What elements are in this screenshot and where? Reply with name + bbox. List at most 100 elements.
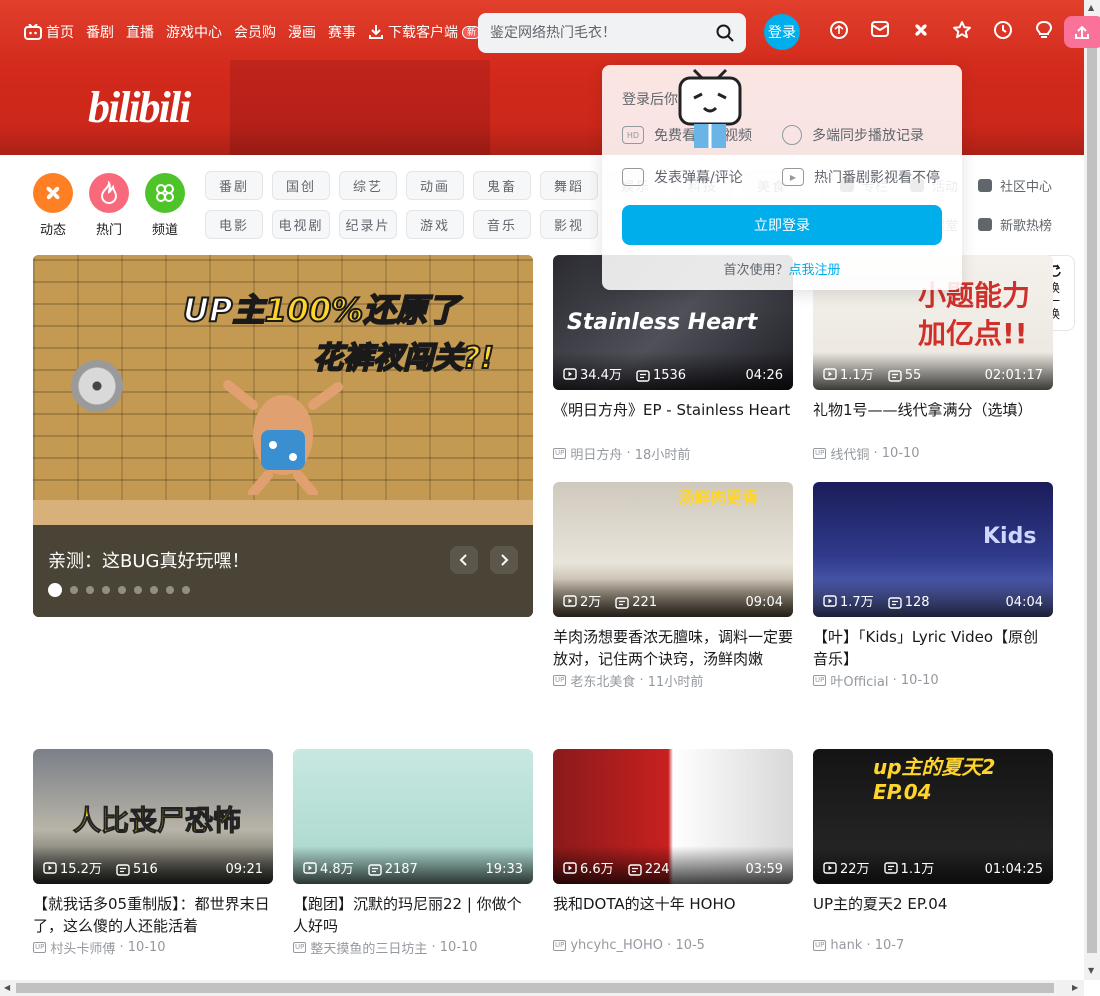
history-icon[interactable] [982,20,1023,44]
thumbnail-text: up主的夏天2 EP.04 [873,755,996,804]
moments-icon[interactable] [900,20,941,44]
video-thumbnail[interactable]: 6.6万 224 03:59 [553,749,793,884]
video-title[interactable]: 《明日方舟》EP - Stainless Heart [553,399,793,443]
thumbnail-text: 汤鲜肉更香 [678,488,759,507]
channel-item[interactable]: 国创 [272,171,330,200]
search-input[interactable] [490,25,716,41]
carousel-dot[interactable] [150,586,158,594]
horizontal-scroll-thumb[interactable] [16,983,1054,993]
video-author[interactable]: 整天摸鱼的三日坊主 [310,938,427,957]
video-thumbnail[interactable]: 汤鲜肉更香 2万 221 09:04 [553,482,793,617]
favorites-icon[interactable] [941,20,982,44]
channel-item[interactable]: 舞蹈 [540,171,598,200]
video-card[interactable]: Kids 1.7万 128 04:04 【叶】「Kids」Lyric Video【原创音… [813,482,1053,690]
danmaku-icon [627,863,642,876]
channel-item[interactable]: 音乐 [473,210,531,239]
horizontal-scrollbar[interactable]: ◀ ▶ [0,980,1084,996]
channel-item[interactable]: 电影 [205,210,263,239]
vip-icon[interactable] [818,20,859,44]
up-icon: UP [813,940,827,951]
video-title[interactable]: 【跑团】沉默的玛尼丽22 | 你做个人好吗 [293,893,533,937]
channel-item[interactable]: 综艺 [339,171,397,200]
channel-item[interactable]: 番剧 [205,171,263,200]
video-author[interactable]: 老东北美食 [570,671,635,690]
scroll-right-icon[interactable]: ▶ [1072,983,1078,992]
video-author[interactable]: yhcyhc_HOHO [570,938,663,953]
scroll-left-icon[interactable]: ◀ [4,983,10,992]
video-card[interactable]: 4.8万 2187 19:33 【跑团】沉默的玛尼丽22 | 你做个人好吗 UP 整天摸鱼… [293,749,533,957]
video-thumbnail[interactable]: 4.8万 2187 19:33 [293,749,533,884]
vertical-scroll-thumb[interactable] [1087,16,1097,953]
carousel-dot[interactable] [134,586,142,594]
channel-item[interactable]: 影视 [540,210,598,239]
nav-item-manga[interactable]: 漫画 [288,22,316,42]
carousel-dot[interactable] [86,586,94,594]
headline-part: 100% [263,290,364,330]
video-card[interactable]: 人比丧尸恐怖 15.2万 516 09:21 【就我话多05重制版】：都世界末日了，这么… [33,749,273,957]
login-popup: 登录后你可以： HD免费看高清视频 多端同步播放记录 发表弹幕/评论 ▶热门番剧… [602,65,962,290]
quick-entry-moments[interactable]: 动态 [33,173,73,238]
video-thumbnail[interactable]: 人比丧尸恐怖 15.2万 516 09:21 [33,749,273,884]
video-author[interactable]: 明日方舟 [570,444,622,463]
video-thumbnail[interactable]: Kids 1.7万 128 04:04 [813,482,1053,617]
banner-carousel[interactable]: UP主100%还原了 花裤衩闯关?! 亲测：这BUG真好玩嘿！ [33,255,533,617]
nav-item-game-center[interactable]: 游戏中心 [166,22,222,42]
search-icon[interactable] [716,24,734,42]
video-title[interactable]: 【就我话多05重制版】：都世界末日了，这么傻的人还能活着 [33,893,273,937]
carousel-next-button[interactable] [490,546,518,574]
link-new-songs[interactable]: 新歌热榜 [978,210,1078,239]
danmaku-icon [116,863,130,876]
register-link[interactable]: 点我注册 [789,263,841,278]
video-title[interactable]: UP主的夏天2 EP.04 [813,893,1053,937]
quick-label: 频道 [151,223,178,238]
scroll-up-icon[interactable]: ▲ [1088,3,1094,12]
link-community[interactable]: 社区中心 [978,171,1078,200]
channel-item[interactable]: 游戏 [406,210,464,239]
popup-login-button[interactable]: 立即登录 [622,205,942,245]
danmaku-count-text: 516 [132,862,158,877]
video-card[interactable]: up主的夏天2 EP.04 22万 1.1万 01:04:25 UP主的夏天2 EP.0… [813,749,1053,953]
video-date: 10-10 [127,940,166,955]
nav-item-vip-shop[interactable]: 会员购 [234,22,276,42]
nav-item-anime[interactable]: 番剧 [86,22,114,42]
nav-item-esports[interactable]: 赛事 [328,22,356,42]
video-title[interactable]: 羊肉汤想要香浓无膻味，调料一定要放对，记住两个诀窍，汤鲜肉嫩 [553,626,793,670]
carousel-dot[interactable] [182,586,190,594]
video-author[interactable]: 线代铜 [830,444,869,463]
quick-label: 热门 [95,223,122,238]
channel-item[interactable]: 纪录片 [339,210,397,239]
channel-item[interactable]: 动画 [406,171,464,200]
carousel-caption[interactable]: 亲测：这BUG真好玩嘿！ [48,547,249,573]
login-avatar-button[interactable]: 登录 [764,14,800,50]
carousel-dot[interactable] [118,586,126,594]
carousel-prev-button[interactable] [450,546,478,574]
nav-item-live[interactable]: 直播 [126,22,154,42]
video-card[interactable]: 6.6万 224 03:59 我和DOTA的这十年 HOHO UP yhcyhc_HOHO… [553,749,793,953]
upload-button[interactable] [1064,16,1100,48]
video-author[interactable]: hank [830,938,862,953]
quick-entry-popular[interactable]: 热门 [89,173,129,238]
quick-entry-channels[interactable]: 频道 [145,173,185,238]
nav-item-home[interactable]: 首页 [24,22,74,42]
video-author[interactable]: 叶Official [830,671,888,690]
scroll-down-icon[interactable]: ▼ [1088,966,1094,975]
video-card[interactable]: 汤鲜肉更香 2万 221 09:04 羊肉汤想要香浓无膻味，调料一定要放对，记住两个诀窍… [553,482,793,690]
channel-item[interactable]: 电视剧 [272,210,330,239]
video-title[interactable]: 礼物1号——线代拿满分（选填） [813,399,1053,443]
meta-separator: · [427,940,440,955]
creation-icon[interactable] [1023,20,1064,44]
channel-item[interactable]: 鬼畜 [473,171,531,200]
video-title[interactable]: 我和DOTA的这十年 HOHO [553,893,793,937]
carousel-dot[interactable] [166,586,174,594]
character-figure [223,380,343,495]
carousel-dot[interactable] [102,586,110,594]
bilibili-logo[interactable]: bilibili [88,82,191,133]
video-author[interactable]: 村头卡师傅 [50,938,115,957]
message-icon[interactable] [859,20,900,44]
video-thumbnail[interactable]: up主的夏天2 EP.04 22万 1.1万 01:04:25 [813,749,1053,884]
carousel-dot[interactable] [70,586,78,594]
nav-item-download[interactable]: 下载客户端 新 [368,22,482,42]
video-title[interactable]: 【叶】「Kids」Lyric Video【原创音乐】 [813,626,1053,670]
vertical-scrollbar[interactable]: ▲ ▼ [1084,0,1100,980]
carousel-dot[interactable] [48,583,62,597]
